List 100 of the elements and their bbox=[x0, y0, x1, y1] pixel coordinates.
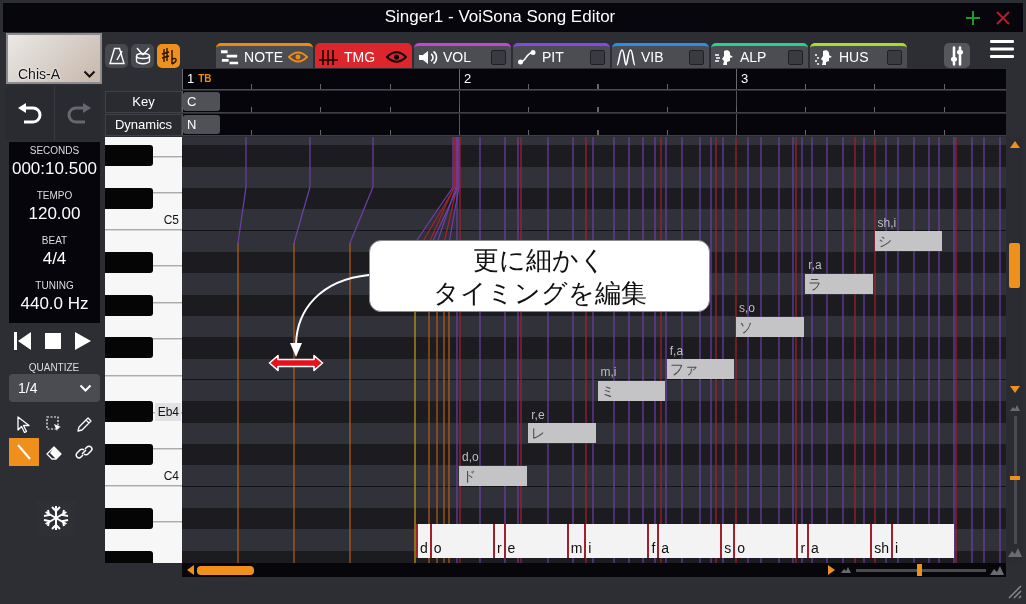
phoneme-segment[interactable]: f bbox=[647, 524, 658, 558]
phoneme-segment[interactable]: d bbox=[416, 524, 430, 558]
stop-icon[interactable] bbox=[44, 331, 62, 351]
tab-checkbox[interactable] bbox=[491, 49, 506, 65]
note-bar[interactable]: ファ bbox=[666, 359, 735, 380]
phoneme-segment[interactable]: i bbox=[890, 524, 955, 558]
parameter-tab[interactable]: HUS bbox=[810, 43, 907, 68]
phoneme-segment[interactable]: s bbox=[720, 524, 734, 558]
tab-checkbox[interactable] bbox=[887, 49, 902, 65]
tab-checkbox[interactable] bbox=[590, 49, 605, 65]
sharp-key[interactable] bbox=[105, 145, 153, 167]
horizontal-scrollbar[interactable] bbox=[182, 563, 1006, 577]
sharp-key[interactable] bbox=[105, 252, 153, 274]
slider-thumb[interactable] bbox=[1009, 475, 1020, 480]
phoneme-segment[interactable]: sh bbox=[870, 524, 891, 558]
tab-checkbox[interactable] bbox=[788, 49, 803, 65]
key-label: C4 bbox=[162, 467, 180, 485]
parameter-lane[interactable]: N bbox=[182, 114, 1006, 136]
scroll-thumb[interactable] bbox=[197, 565, 254, 575]
phoneme-segment[interactable]: r bbox=[492, 524, 504, 558]
down-arrow-icon[interactable] bbox=[1009, 386, 1020, 393]
phoneme-segment[interactable]: i bbox=[584, 524, 648, 558]
redo-icon bbox=[66, 102, 91, 124]
sharp-key[interactable] bbox=[105, 188, 153, 210]
phoneme-segment[interactable]: e bbox=[503, 524, 567, 558]
play-icon[interactable] bbox=[74, 331, 92, 351]
parameter-tab[interactable]: TMG bbox=[315, 43, 412, 68]
sharp-key[interactable] bbox=[105, 401, 153, 423]
line-icon bbox=[15, 443, 33, 461]
sharp-key[interactable] bbox=[105, 508, 153, 530]
sharp-key[interactable] bbox=[105, 337, 153, 359]
link-icon bbox=[75, 443, 93, 461]
parameter-lane[interactable]: C bbox=[182, 91, 1006, 113]
parameter-tab[interactable]: NOTE bbox=[216, 43, 313, 68]
chevron-down-icon bbox=[79, 383, 92, 393]
resize-grip-icon[interactable] bbox=[1006, 583, 1022, 599]
parameter-tab[interactable]: ALP bbox=[711, 43, 808, 68]
piano-keyboard[interactable]: C5 Eb4 C4 bbox=[105, 137, 182, 563]
measure-number: 3 bbox=[741, 72, 749, 86]
wave-icon bbox=[616, 48, 636, 66]
phoneme-label: d,o bbox=[462, 451, 479, 465]
figure-with-dots-icon bbox=[814, 48, 834, 66]
phoneme-segment[interactable]: o bbox=[733, 524, 797, 558]
timing-icon bbox=[319, 48, 339, 66]
callout-text: 更に細かく bbox=[473, 244, 606, 277]
sharp-key[interactable] bbox=[105, 294, 153, 316]
pointer-icon bbox=[15, 415, 33, 433]
menu-icon[interactable] bbox=[990, 40, 1014, 58]
row-label: Key bbox=[105, 91, 182, 113]
scroll-thumb[interactable] bbox=[1009, 243, 1020, 288]
quantize-dropdown[interactable]: 1/4 bbox=[9, 374, 100, 402]
callout-text: タイミングを編集 bbox=[432, 277, 647, 310]
parameter-tab[interactable]: PIT bbox=[513, 43, 610, 68]
drum-icon bbox=[134, 47, 151, 65]
mountain-icon bbox=[1007, 548, 1022, 557]
phoneme-segment[interactable]: a bbox=[807, 524, 871, 558]
measure-number: 2 bbox=[464, 72, 472, 86]
info-label: TUNING bbox=[34, 279, 75, 293]
info-label: SECONDS bbox=[28, 144, 81, 158]
note-bar[interactable]: シ bbox=[874, 231, 942, 252]
parameter-value[interactable]: C bbox=[183, 92, 220, 111]
note-bar[interactable]: ソ bbox=[736, 316, 804, 337]
pencil-icon bbox=[75, 415, 93, 433]
note-bar[interactable]: レ bbox=[528, 423, 596, 444]
parameter-value[interactable]: N bbox=[183, 115, 220, 134]
eye-icon[interactable] bbox=[287, 50, 308, 64]
skip-back-icon[interactable] bbox=[14, 331, 32, 351]
phoneme-label: r,e bbox=[531, 408, 545, 422]
phoneme-segment[interactable]: a bbox=[657, 524, 721, 558]
info-label: BEAT bbox=[40, 234, 69, 248]
parameter-tab[interactable]: VIB bbox=[612, 43, 709, 68]
slider-thumb[interactable] bbox=[917, 564, 923, 576]
up-arrow-icon[interactable] bbox=[1009, 141, 1020, 148]
toolbar-toggle[interactable] bbox=[157, 44, 180, 68]
note-bar[interactable]: ラ bbox=[805, 274, 873, 294]
eye-icon[interactable] bbox=[386, 50, 407, 64]
marker-label: TB bbox=[198, 72, 212, 86]
snowflake-icon bbox=[43, 505, 69, 531]
mountain-icon bbox=[990, 565, 1004, 575]
left-arrow-icon[interactable] bbox=[187, 565, 194, 575]
plus-icon[interactable] bbox=[966, 10, 980, 25]
mountain-icon bbox=[1009, 405, 1020, 411]
tab-checkbox[interactable] bbox=[689, 49, 704, 65]
timeline-ruler[interactable]: 1 TB 2 3 bbox=[182, 69, 1006, 90]
row-label: Dynamics bbox=[105, 114, 182, 136]
sharp-flat-icon bbox=[160, 47, 177, 65]
toolbar-toggle[interactable] bbox=[105, 44, 128, 68]
note-bar[interactable]: ド bbox=[459, 466, 527, 486]
phoneme-segment[interactable]: o bbox=[429, 524, 493, 558]
sharp-key[interactable] bbox=[105, 444, 153, 466]
voice-selector[interactable]: Chis-A bbox=[6, 33, 102, 84]
mountain-icon bbox=[841, 567, 851, 573]
parameter-tab[interactable]: VOL bbox=[414, 43, 511, 68]
right-arrow-icon[interactable] bbox=[828, 565, 835, 575]
double-arrow-icon bbox=[268, 354, 324, 372]
info-value: 440.0 Hz bbox=[19, 293, 90, 315]
toolbar-toggle[interactable] bbox=[131, 44, 154, 68]
close-icon[interactable] bbox=[996, 10, 1010, 25]
phoneme-segment[interactable]: r bbox=[796, 524, 808, 558]
mixer-button[interactable] bbox=[944, 43, 970, 68]
